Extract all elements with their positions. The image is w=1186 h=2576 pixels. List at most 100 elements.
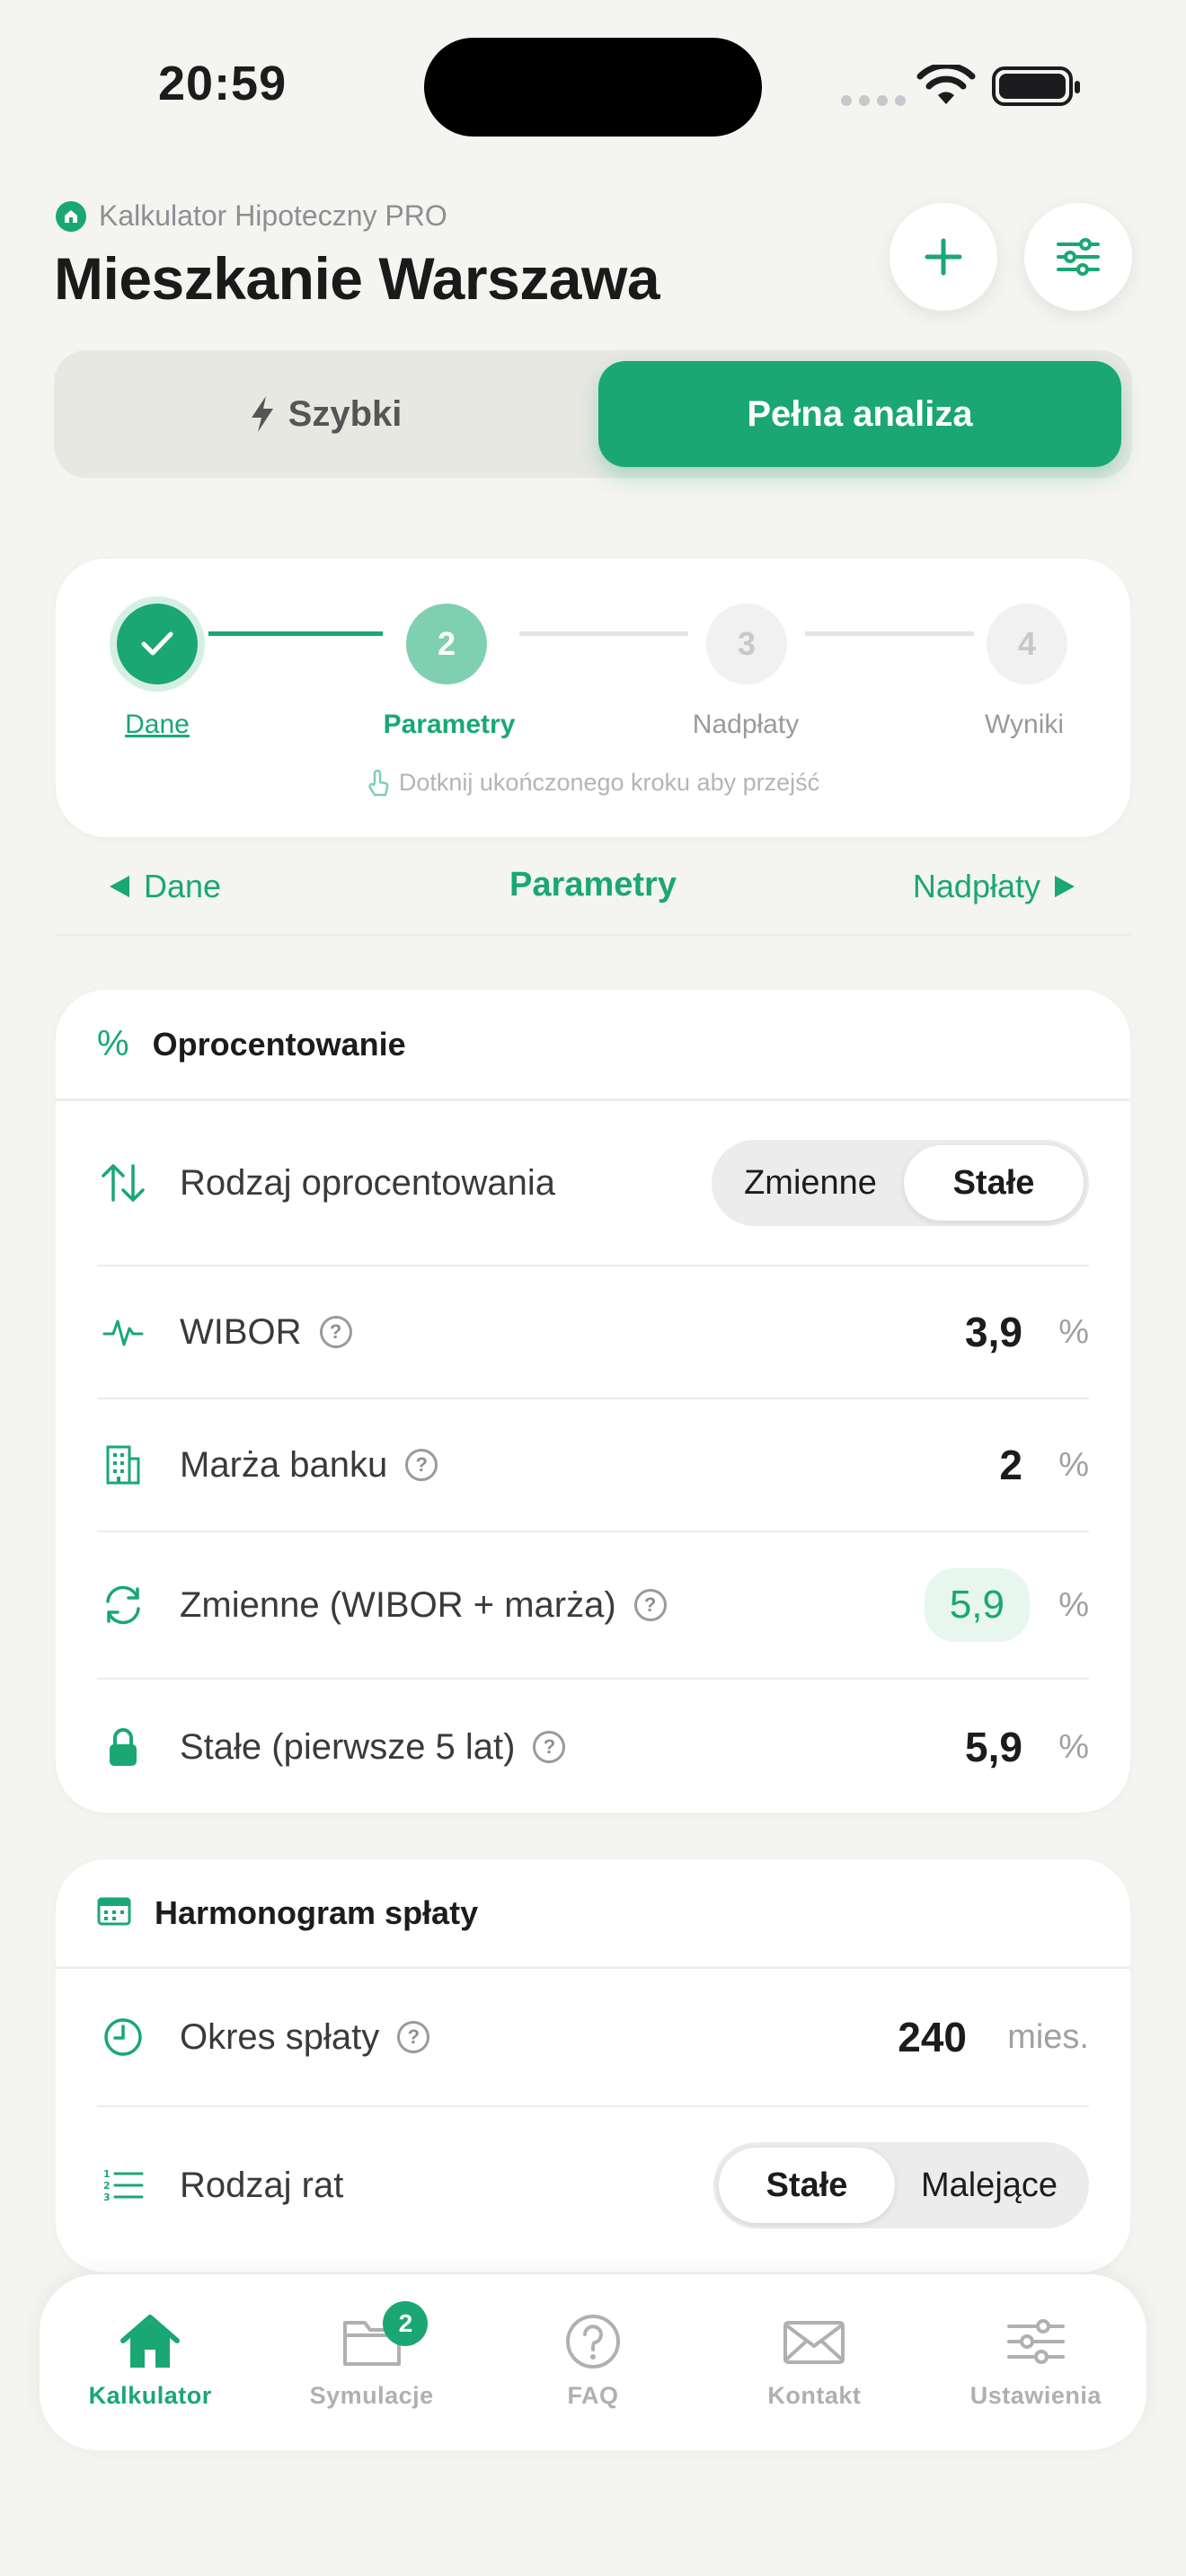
sliders-icon	[1006, 2319, 1065, 2364]
tab-symulacje[interactable]: Symulacje 2	[261, 2274, 482, 2450]
installment-type-segmented-control: Stałe Malejące	[713, 2142, 1089, 2228]
next-step-button[interactable]: Nadpłaty	[913, 868, 1076, 905]
schedule-section-header: Harmonogram spłaty	[56, 1859, 1130, 1969]
dynamic-island	[424, 38, 762, 137]
help-icon[interactable]: ?	[533, 1731, 566, 1763]
help-icon[interactable]: ?	[319, 1316, 352, 1348]
svg-text:3: 3	[103, 2192, 111, 2203]
filter-button[interactable]	[1024, 203, 1132, 311]
stepper-hint-text: Dotknij ukończonego kroku aby przejść	[398, 769, 820, 796]
step-1-done[interactable]	[117, 604, 198, 684]
numbered-list-icon: 123	[97, 2167, 149, 2203]
interest-section-card: % Oprocentowanie Rodzaj oprocentowania Z…	[56, 990, 1130, 1813]
step-2-label: Parametry	[383, 710, 516, 739]
tab-kalkulator[interactable]: Kalkulator	[40, 2274, 261, 2450]
variable-rate-unit: %	[1058, 1585, 1089, 1624]
clock-icon	[97, 2016, 149, 2058]
tab-faq[interactable]: FAQ	[482, 2274, 704, 2450]
tab-label: Kontakt	[767, 2382, 862, 2409]
margin-unit: %	[1058, 1445, 1089, 1484]
svg-text:1: 1	[103, 2168, 111, 2180]
schedule-section-card: Harmonogram spłaty Okres spłaty ? 240 mi…	[56, 1859, 1130, 2272]
page-title: Mieszkanie Warszawa	[54, 245, 660, 312]
home-icon	[120, 2315, 181, 2368]
fixed-rate-label: Stałe (pierwsze 5 lat)	[180, 1726, 516, 1767]
svg-text:2: 2	[103, 2180, 111, 2192]
triangle-right-icon	[1055, 876, 1075, 897]
margin-value[interactable]: 2	[999, 1441, 1022, 1489]
fixed-rate-value[interactable]: 5,9	[965, 1723, 1022, 1771]
installment-type-row: 123 Rodzaj rat Stałe Malejące	[97, 2107, 1089, 2263]
tab-ustawienia[interactable]: Ustawienia	[925, 2274, 1146, 2450]
step-connector	[208, 631, 383, 636]
tab-label: FAQ	[567, 2382, 619, 2409]
stepper-hint: Dotknij ukończonego kroku aby przejść	[56, 769, 1130, 797]
interest-section-header: % Oprocentowanie	[56, 990, 1130, 1101]
plus-icon	[925, 238, 962, 276]
refresh-icon	[97, 1584, 149, 1626]
fixed-rate-row: Stałe (pierwsze 5 lat) ? 5,9 %	[97, 1680, 1089, 1814]
battery-icon	[992, 66, 1080, 106]
rate-type-row: Rodzaj oprocentowania Zmienne Stałe	[97, 1101, 1089, 1266]
cellular-signal-icon	[841, 95, 906, 106]
percent-icon: %	[97, 1024, 129, 1063]
step-1-label[interactable]: Dane	[90, 710, 225, 740]
step-connector	[805, 631, 974, 636]
step-4-upcoming: 4	[987, 604, 1067, 684]
sliders-icon	[1057, 238, 1100, 276]
triangle-left-icon	[110, 876, 129, 897]
current-step-title: Parametry	[509, 866, 677, 904]
notification-badge: 2	[383, 2301, 429, 2346]
tab-label: Ustawienia	[969, 2382, 1102, 2409]
installment-option-decreasing[interactable]: Malejące	[895, 2148, 1084, 2223]
prev-step-button[interactable]: Dane	[108, 868, 221, 905]
tab-label: Symulacje	[309, 2382, 434, 2409]
building-icon	[97, 1444, 149, 1486]
divider	[56, 934, 1130, 936]
step-4-label: Wyniki	[984, 710, 1065, 739]
rate-type-option-fixed[interactable]: Stałe	[904, 1145, 1084, 1221]
period-value[interactable]: 240	[898, 2013, 967, 2061]
wibor-value[interactable]: 3,9	[965, 1308, 1022, 1356]
step-2-current[interactable]: 2	[406, 604, 487, 684]
arrows-up-down-icon	[97, 1162, 149, 1204]
rate-type-option-variable[interactable]: Zmienne	[717, 1145, 904, 1221]
tab-kontakt[interactable]: Kontakt	[704, 2274, 925, 2450]
home-badge-icon	[56, 200, 86, 232]
rate-type-label: Rodzaj oprocentowania	[180, 1162, 556, 1203]
period-label: Okres spłaty	[180, 2016, 380, 2057]
step-connector	[519, 631, 688, 636]
app-name: Kalkulator Hipoteczny PRO	[99, 199, 447, 232]
help-icon[interactable]: ?	[405, 1449, 438, 1481]
bottom-tab-bar: Kalkulator Symulacje 2 FAQ Kontakt Ustaw…	[40, 2274, 1146, 2450]
next-step-label: Nadpłaty	[912, 868, 1040, 904]
check-icon	[141, 631, 173, 656]
margin-label: Marża banku	[180, 1444, 388, 1485]
period-row: Okres spłaty ? 240 mies.	[97, 1969, 1089, 2107]
pulse-icon	[97, 1314, 149, 1350]
wibor-unit: %	[1058, 1312, 1089, 1351]
status-time: 20:59	[158, 57, 288, 110]
section-title: Oprocentowanie	[152, 1025, 406, 1063]
variable-rate-row: Zmienne (WIBOR + marża) ? 5,9 %	[97, 1532, 1089, 1680]
mode-full-button[interactable]: Pełna analiza	[598, 361, 1121, 467]
period-unit: mies.	[1007, 2017, 1089, 2056]
lightning-icon	[251, 396, 273, 432]
help-icon[interactable]: ?	[633, 1589, 667, 1621]
tap-hand-icon	[368, 769, 389, 796]
help-icon[interactable]: ?	[397, 2021, 430, 2053]
installment-option-equal[interactable]: Stałe	[719, 2148, 895, 2223]
fixed-rate-unit: %	[1058, 1727, 1089, 1766]
step-3-label: Nadpłaty	[692, 710, 800, 739]
tab-label: Kalkulator	[88, 2382, 212, 2409]
app-name-tag: Kalkulator Hipoteczny PRO	[56, 199, 447, 233]
margin-row: Marża banku ? 2 %	[97, 1399, 1089, 1532]
variable-rate-value: 5,9	[924, 1568, 1030, 1642]
wibor-row: WIBOR ? 3,9 %	[97, 1266, 1089, 1399]
lock-icon	[97, 1727, 149, 1767]
add-button[interactable]	[890, 203, 997, 311]
mail-icon	[783, 2321, 845, 2364]
mode-quick-button[interactable]: Szybki	[54, 350, 597, 478]
rate-type-segmented-control: Zmienne Stałe	[712, 1140, 1089, 1226]
step-3-upcoming: 3	[706, 604, 787, 684]
